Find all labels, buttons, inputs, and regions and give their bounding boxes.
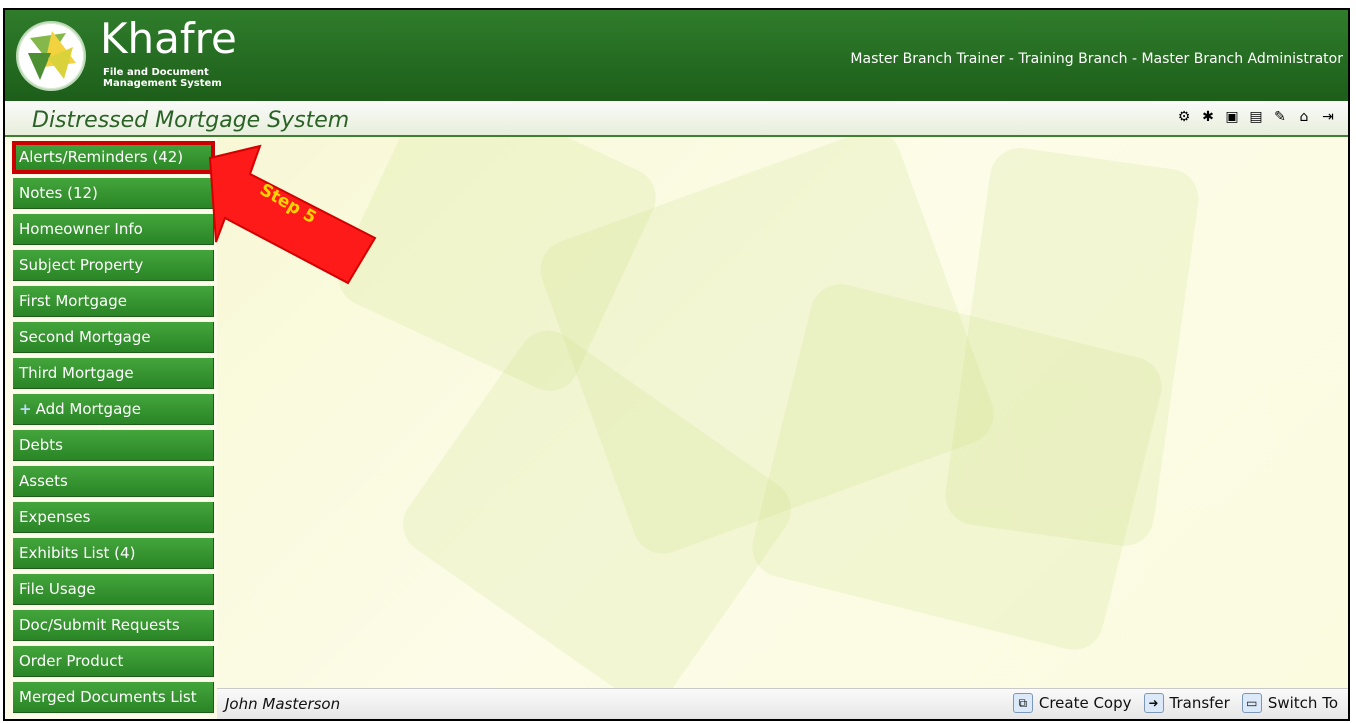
sidebar-item-second-mortgage[interactable]: Second Mortgage — [13, 322, 214, 353]
sidebar-item-add-mortgage[interactable]: + Add Mortgage — [13, 394, 214, 425]
brand-subtitle: File and Document Management System — [103, 67, 222, 89]
transfer-icon: ➜ — [1143, 693, 1164, 713]
sidebar-item-file-usage[interactable]: File Usage — [13, 574, 214, 605]
sidebar-item-third-mortgage[interactable]: Third Mortgage — [13, 358, 214, 389]
khafre-logo — [18, 23, 84, 89]
sidebar-item-homeowner-info[interactable]: Homeowner Info — [13, 214, 214, 245]
title-bar: Distressed Mortgage System ⚙ ✱ ▣ ▤ ✎ ⌂ ⇥ — [5, 101, 1348, 137]
sidebar-item-subject-property[interactable]: Subject Property — [13, 250, 214, 281]
create-copy-button[interactable]: ⧉ Create Copy — [1012, 693, 1132, 713]
app-frame: Khafre File and Document Management Syst… — [3, 8, 1350, 721]
logout-icon[interactable]: ⇥ — [1320, 109, 1336, 125]
system-title: Distressed Mortgage System — [32, 108, 350, 133]
sidebar-item-debts[interactable]: Debts — [13, 430, 214, 461]
sidebar-item-doc-submit-requests[interactable]: Doc/Submit Requests — [13, 610, 214, 641]
top-strip — [0, 0, 1356, 8]
home-icon[interactable]: ⌂ — [1296, 109, 1312, 125]
user-role-label: Master Branch Trainer - Training Branch … — [850, 51, 1343, 67]
switch-to-button[interactable]: ▭ Switch To — [1241, 693, 1338, 713]
sidebar-item-assets[interactable]: Assets — [13, 466, 214, 497]
status-actions: ⧉ Create Copy ➜ Transfer ▭ Switch To — [1012, 693, 1338, 713]
gears-icon[interactable]: ⚙ — [1176, 109, 1192, 125]
document-icon[interactable]: ▤ — [1248, 109, 1264, 125]
plus-icon: + — [19, 400, 32, 418]
sidebar-item-exhibits-list[interactable]: Exhibits List (4) — [13, 538, 214, 569]
status-user-name: John Masterson — [225, 695, 341, 713]
toolbar: ⚙ ✱ ▣ ▤ ✎ ⌂ ⇥ — [1176, 109, 1336, 125]
switch-icon: ▭ — [1241, 693, 1262, 713]
folder-icon[interactable]: ▣ — [1224, 109, 1240, 125]
brand-name: Khafre — [100, 14, 237, 63]
transfer-button[interactable]: ➜ Transfer — [1143, 693, 1230, 713]
sidebar-item-notes[interactable]: Notes (12) — [13, 178, 214, 209]
sidebar-item-expenses[interactable]: Expenses — [13, 502, 214, 533]
sidebar-item-alerts-reminders[interactable]: Alerts/Reminders (42) — [12, 141, 215, 174]
copy-icon: ⧉ — [1012, 693, 1033, 713]
sidebar-item-order-product[interactable]: Order Product — [13, 646, 214, 677]
settings-icon[interactable]: ✱ — [1200, 109, 1216, 125]
app-header: Khafre File and Document Management Syst… — [5, 10, 1348, 101]
sidebar-item-first-mortgage[interactable]: First Mortgage — [13, 286, 214, 317]
sidebar-item-merged-documents-list[interactable]: Merged Documents List — [13, 682, 214, 713]
edit-icon[interactable]: ✎ — [1272, 109, 1288, 125]
status-bar: John Masterson ⧉ Create Copy ➜ Transfer … — [217, 688, 1348, 719]
